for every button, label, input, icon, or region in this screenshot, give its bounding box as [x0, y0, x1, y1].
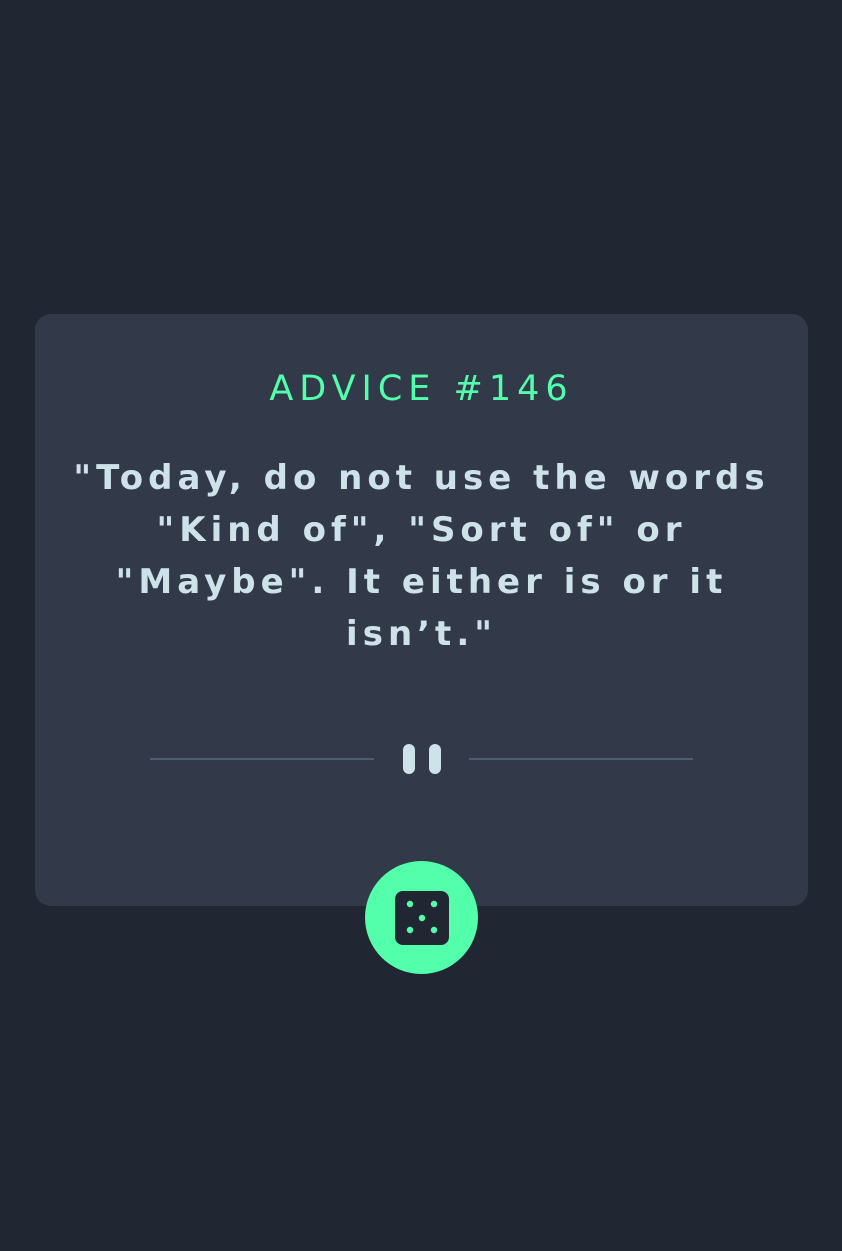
pause-bar-left — [403, 744, 415, 774]
divider-line-left — [150, 758, 374, 760]
pattern-divider — [150, 742, 693, 776]
advice-heading: ADVICE #146 — [269, 369, 574, 409]
pause-icon — [403, 742, 441, 776]
divider-line-right — [469, 758, 693, 760]
advice-card: ADVICE #146 "Today, do not use the words… — [35, 314, 808, 906]
dice-icon — [394, 890, 449, 945]
pause-bar-right — [429, 744, 441, 774]
advice-quote: "Today, do not use the words "Kind of", … — [73, 458, 770, 654]
generate-advice-button[interactable] — [365, 861, 478, 974]
